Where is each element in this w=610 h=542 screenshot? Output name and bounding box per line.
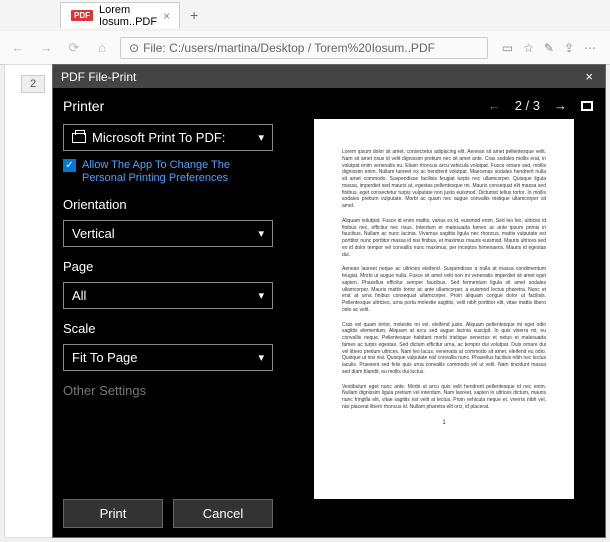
chevron-down-icon: ▾ (258, 289, 264, 302)
orientation-selected: Vertical (72, 226, 115, 241)
back-button[interactable]: ← (8, 40, 28, 55)
permission-label: Allow The App To Change The Personal Pri… (82, 159, 273, 185)
page-label: Page (63, 259, 273, 274)
tab-title: Lorem Iosum..PDF (99, 4, 157, 28)
printer-dropdown[interactable]: Microsoft Print To PDF: ▾ (63, 124, 273, 151)
dialog-titlebar: PDF File-Print × (53, 65, 605, 88)
chevron-down-icon: ▾ (258, 351, 264, 364)
new-tab-button[interactable]: + (180, 7, 208, 23)
forward-button[interactable]: → (36, 40, 56, 55)
page-selected: All (72, 288, 86, 303)
printer-label: Printer (63, 98, 273, 114)
printer-selected: Microsoft Print To PDF: (92, 130, 225, 145)
favorite-icon[interactable]: ☆ (523, 41, 534, 55)
preview-area: Lorem ipsum dolor sit amet, consectetur … (289, 117, 599, 532)
orientation-label: Orientation (63, 197, 273, 212)
url-text: File: C:/users/martina/Desktop / Torem%2… (143, 41, 435, 55)
share-icon[interactable]: ⇪ (564, 41, 574, 55)
address-bar: ← → ⟳ ⌂ ⊙ File: C:/users/martina/Desktop… (0, 30, 610, 64)
pdf-file-icon: PDF (71, 10, 93, 21)
file-icon: ⊙ (129, 41, 139, 55)
fullscreen-icon[interactable] (581, 101, 593, 111)
preview-paragraph: Cras vel quam tortor, molestie mi vel, e… (342, 322, 546, 376)
home-button[interactable]: ⌂ (92, 40, 112, 55)
reading-mode-icon[interactable]: ▭ (502, 41, 513, 55)
scale-selected: Fit To Page (72, 350, 138, 365)
preview-page-number: 1 (342, 419, 546, 427)
preview-paragraph: Aenean laoreet neque ac ultricies eleife… (342, 266, 546, 313)
preview-paragraph: Vestibulum eget nunc ante. Morbi ut arcu… (342, 384, 546, 411)
bg-page-number: 2 (21, 75, 45, 93)
page-preview: Lorem ipsum dolor sit amet, consectetur … (314, 119, 574, 499)
next-page-button[interactable]: → (554, 98, 567, 113)
dialog-actions: Print Cancel (63, 499, 273, 528)
toolbar-icons: ▭ ☆ ✎ ⇪ ⋯ (496, 41, 602, 55)
print-button[interactable]: Print (63, 499, 163, 528)
prev-page-button: ← (488, 98, 501, 113)
other-settings-link[interactable]: Other Settings (63, 383, 273, 398)
preview-toolbar: ← 2 / 3 → (289, 94, 599, 117)
scale-label: Scale (63, 321, 273, 336)
browser-chrome: PDF Lorem Iosum..PDF × + ← → ⟳ ⌂ ⊙ File:… (0, 0, 610, 65)
chevron-down-icon: ▾ (258, 131, 264, 144)
scale-dropdown[interactable]: Fit To Page ▾ (63, 344, 273, 371)
notes-icon[interactable]: ✎ (544, 41, 554, 55)
page-dropdown[interactable]: All ▾ (63, 282, 273, 309)
dialog-close-button[interactable]: × (581, 69, 597, 84)
dialog-title: PDF File-Print (61, 70, 136, 84)
settings-panel: Printer Microsoft Print To PDF: ▾ ✓ Allo… (53, 88, 283, 538)
url-input[interactable]: ⊙ File: C:/users/martina/Desktop / Torem… (120, 37, 488, 59)
tab-bar: PDF Lorem Iosum..PDF × + (0, 0, 610, 30)
browser-tab[interactable]: PDF Lorem Iosum..PDF × (60, 2, 180, 28)
chevron-down-icon: ▾ (258, 227, 264, 240)
permission-checkbox-row[interactable]: ✓ Allow The App To Change The Personal P… (63, 159, 273, 185)
checkbox-icon[interactable]: ✓ (63, 159, 76, 172)
more-icon[interactable]: ⋯ (584, 41, 596, 55)
preview-paragraph: Aliquam volutpat. Fusce id enim mattis, … (342, 218, 546, 259)
preview-panel: ← 2 / 3 → Lorem ipsum dolor sit amet, co… (283, 88, 605, 538)
orientation-dropdown[interactable]: Vertical ▾ (63, 220, 273, 247)
print-dialog: PDF File-Print × Printer Microsoft Print… (52, 64, 606, 538)
page-position: 2 / 3 (515, 98, 540, 113)
cancel-button[interactable]: Cancel (173, 499, 273, 528)
tab-close-icon[interactable]: × (163, 9, 170, 23)
refresh-button[interactable]: ⟳ (64, 40, 84, 56)
printer-icon (72, 133, 86, 143)
preview-paragraph: Lorem ipsum dolor sit amet, consectetur … (342, 149, 546, 210)
